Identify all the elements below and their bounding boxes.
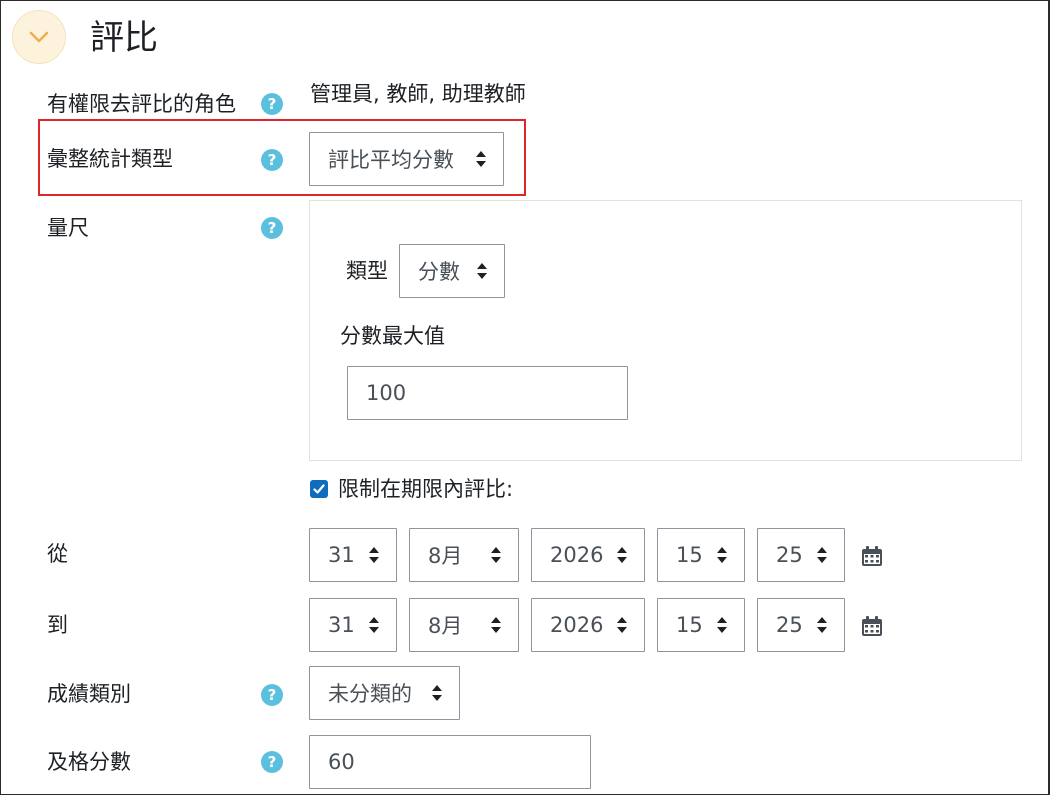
- pass-grade-value: 60: [328, 750, 355, 774]
- scale-type-label: 類型: [346, 259, 388, 283]
- sort-arrows-icon: [432, 685, 442, 701]
- to-label: 到: [47, 613, 68, 637]
- max-grade-value: 100: [366, 381, 407, 405]
- sort-arrows-icon: [817, 617, 827, 633]
- max-grade-label: 分數最大值: [340, 324, 445, 348]
- section-title: 評比: [90, 18, 158, 58]
- scale-label: 量尺: [47, 216, 89, 240]
- help-icon[interactable]: ?: [261, 751, 283, 773]
- to-hour-value: 15: [676, 613, 703, 637]
- sort-arrows-icon: [369, 547, 379, 563]
- to-month-value: 8月: [428, 614, 463, 638]
- from-minute-select[interactable]: 25: [757, 528, 845, 582]
- sort-arrows-icon: [617, 547, 627, 563]
- to-day-select[interactable]: 31: [309, 598, 397, 652]
- sort-arrows-icon: [617, 617, 627, 633]
- from-year-value: 2026: [550, 543, 604, 567]
- to-month-select[interactable]: 8月: [409, 598, 519, 652]
- sort-arrows-icon: [717, 547, 727, 563]
- from-month-value: 8月: [428, 544, 463, 568]
- grade-category-label: 成績類別: [47, 682, 131, 706]
- aggregate-label: 彙整統計類型: [47, 147, 173, 171]
- calendar-icon[interactable]: [861, 615, 883, 637]
- help-icon[interactable]: ?: [261, 217, 283, 239]
- scale-type-value: 分數: [418, 260, 460, 284]
- scale-type-select[interactable]: 分數: [399, 244, 505, 298]
- to-minute-value: 25: [776, 613, 803, 637]
- from-day-value: 31: [328, 543, 355, 567]
- to-year-select[interactable]: 2026: [531, 598, 645, 652]
- calendar-icon[interactable]: [861, 545, 883, 567]
- check-icon: [313, 484, 325, 494]
- restrict-label[interactable]: 限制在期限內評比:: [338, 475, 513, 503]
- to-hour-select[interactable]: 15: [657, 598, 745, 652]
- sort-arrows-icon: [491, 617, 501, 633]
- aggregate-select[interactable]: 評比平均分數: [309, 132, 504, 186]
- to-year-value: 2026: [550, 613, 604, 637]
- to-day-value: 31: [328, 613, 355, 637]
- sort-arrows-icon: [717, 617, 727, 633]
- from-year-select[interactable]: 2026: [531, 528, 645, 582]
- roles-label: 有權限去評比的角色: [47, 92, 236, 116]
- sort-arrows-icon: [476, 151, 486, 167]
- from-minute-value: 25: [776, 543, 803, 567]
- sort-arrows-icon: [817, 547, 827, 563]
- help-icon[interactable]: ?: [261, 93, 283, 115]
- from-day-select[interactable]: 31: [309, 528, 397, 582]
- from-hour-select[interactable]: 15: [657, 528, 745, 582]
- help-icon[interactable]: ?: [261, 684, 283, 706]
- grade-category-value: 未分類的: [328, 682, 412, 706]
- to-minute-select[interactable]: 25: [757, 598, 845, 652]
- aggregate-select-value: 評比平均分數: [328, 148, 454, 172]
- restrict-checkbox[interactable]: [310, 480, 328, 498]
- from-label: 從: [47, 542, 68, 566]
- chevron-down-icon: [29, 31, 49, 43]
- help-icon[interactable]: ?: [261, 149, 283, 171]
- sort-arrows-icon: [369, 617, 379, 633]
- collapse-section-button[interactable]: [12, 10, 66, 64]
- sort-arrows-icon: [477, 263, 487, 279]
- grade-category-select[interactable]: 未分類的: [309, 666, 460, 720]
- pass-grade-label: 及格分數: [47, 750, 131, 774]
- pass-grade-input[interactable]: 60: [309, 735, 591, 789]
- from-month-select[interactable]: 8月: [409, 528, 519, 582]
- from-hour-value: 15: [676, 543, 703, 567]
- sort-arrows-icon: [491, 547, 501, 563]
- max-grade-input[interactable]: 100: [347, 366, 628, 420]
- roles-value: 管理員, 教師, 助理教師: [310, 82, 526, 106]
